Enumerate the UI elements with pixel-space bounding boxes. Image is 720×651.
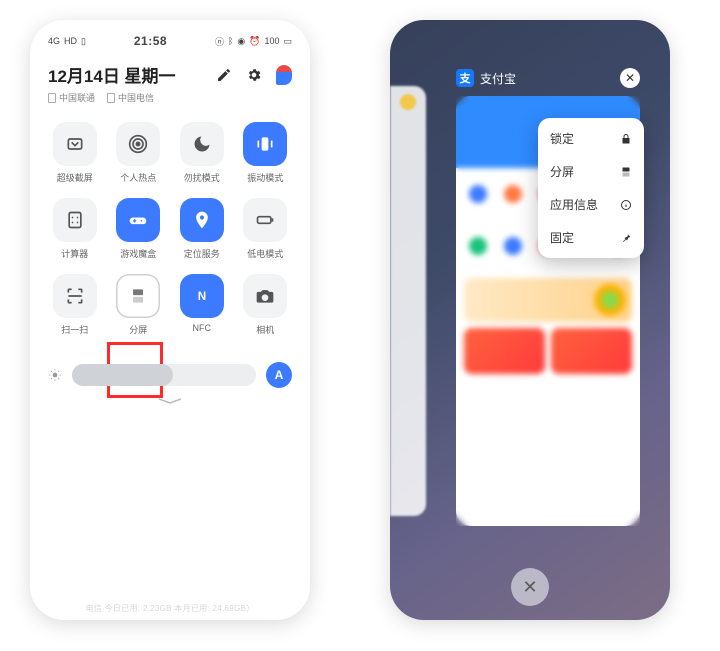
- alarm-icon: ⏰: [249, 36, 260, 47]
- camera-icon: [255, 286, 275, 306]
- brightness-slider[interactable]: [72, 364, 256, 386]
- tile-calculator[interactable]: 计算器: [48, 198, 102, 260]
- app-name-label: 支付宝: [480, 70, 516, 87]
- menu-item-split[interactable]: 分屏: [538, 155, 644, 188]
- calc-icon: [65, 210, 85, 230]
- status-bar: 4G HD ▯ 21:58 ⓝ ᛒ ◉ ⏰ 100 ▭: [48, 34, 292, 48]
- battery-pct: 100: [264, 36, 279, 46]
- scan-icon: [65, 286, 85, 306]
- alipay-icon: 支: [456, 69, 474, 87]
- quick-settings-grid: 超级截屏 个人热点 勿扰模式 振动模式 计算器 游戏魔盒 定位服务 低电模式 扫…: [48, 122, 292, 336]
- card-close-button[interactable]: ✕: [620, 68, 640, 88]
- sim1: 中国联通: [48, 91, 95, 104]
- tile-low-power[interactable]: 低电模式: [239, 198, 293, 260]
- signal-1-icon: 4G: [48, 36, 60, 46]
- tile-super-screenshot[interactable]: 超级截屏: [48, 122, 102, 184]
- recent-card-prev[interactable]: [390, 86, 426, 516]
- tile-game-box[interactable]: 游戏魔盒: [112, 198, 166, 260]
- tile-hotspot[interactable]: 个人热点: [112, 122, 166, 184]
- settings-icon[interactable]: [246, 67, 262, 83]
- screenshot-icon: [65, 134, 85, 154]
- auto-brightness-toggle[interactable]: A: [266, 362, 292, 388]
- jovi-icon[interactable]: [276, 65, 292, 85]
- hotspot-icon: [128, 134, 148, 154]
- status-time: 21:58: [134, 34, 167, 48]
- info-icon: [620, 199, 632, 211]
- tile-vibrate[interactable]: 振动模式: [239, 122, 293, 184]
- edit-icon[interactable]: [216, 67, 232, 83]
- signal-2-icon: HD: [64, 36, 77, 46]
- nfc-icon: N: [192, 286, 212, 306]
- moon-icon: [192, 134, 212, 154]
- menu-item-lock[interactable]: 锁定: [538, 122, 644, 155]
- tile-camera[interactable]: 相机: [239, 274, 293, 336]
- svg-text:N: N: [198, 290, 206, 303]
- recents-dock: ✕: [390, 568, 670, 606]
- date-label: 12月14日 星期一: [48, 62, 176, 87]
- pushpin-icon: [620, 232, 632, 244]
- expand-chevron-icon[interactable]: [155, 396, 185, 406]
- data-usage-footer: 电信 今日已用: 2.23GB 本月已用: 24.69GB〉: [30, 603, 310, 614]
- split-icon: [128, 286, 148, 306]
- tile-nfc[interactable]: NNFC: [175, 274, 229, 336]
- card-options-menu: 锁定 分屏 应用信息 固定: [538, 118, 644, 258]
- sim-icon: ▯: [81, 36, 86, 47]
- split-small-icon: [620, 166, 632, 178]
- brightness-low-icon: [48, 368, 62, 382]
- tile-split-screen[interactable]: 分屏: [112, 274, 166, 336]
- pin-icon: [192, 210, 212, 230]
- menu-item-info[interactable]: 应用信息: [538, 188, 644, 221]
- menu-item-pin[interactable]: 固定: [538, 221, 644, 254]
- tile-location[interactable]: 定位服务: [175, 198, 229, 260]
- phone-left: 4G HD ▯ 21:58 ⓝ ᛒ ◉ ⏰ 100 ▭ 12月14日 星期一 中…: [30, 20, 310, 620]
- battery-icon: ▭: [283, 36, 292, 47]
- battery-icon: [255, 210, 275, 230]
- lock-icon: [620, 133, 632, 145]
- mute-icon: ◉: [237, 36, 245, 47]
- bluetooth-icon: ᛒ: [228, 36, 233, 46]
- sim2: 中国电信: [107, 91, 154, 104]
- recents-view: 支 支付宝 ✕: [390, 20, 670, 620]
- vibrate-icon: [255, 134, 275, 154]
- gamepad-icon: [128, 210, 148, 230]
- phone-right: 支 支付宝 ✕ 锁定 分屏 应用信息 固定 ✕: [390, 20, 670, 620]
- tile-scan[interactable]: 扫一扫: [48, 274, 102, 336]
- clear-all-button[interactable]: ✕: [511, 568, 549, 606]
- nfc-status-icon: ⓝ: [215, 35, 224, 48]
- tile-dnd[interactable]: 勿扰模式: [175, 122, 229, 184]
